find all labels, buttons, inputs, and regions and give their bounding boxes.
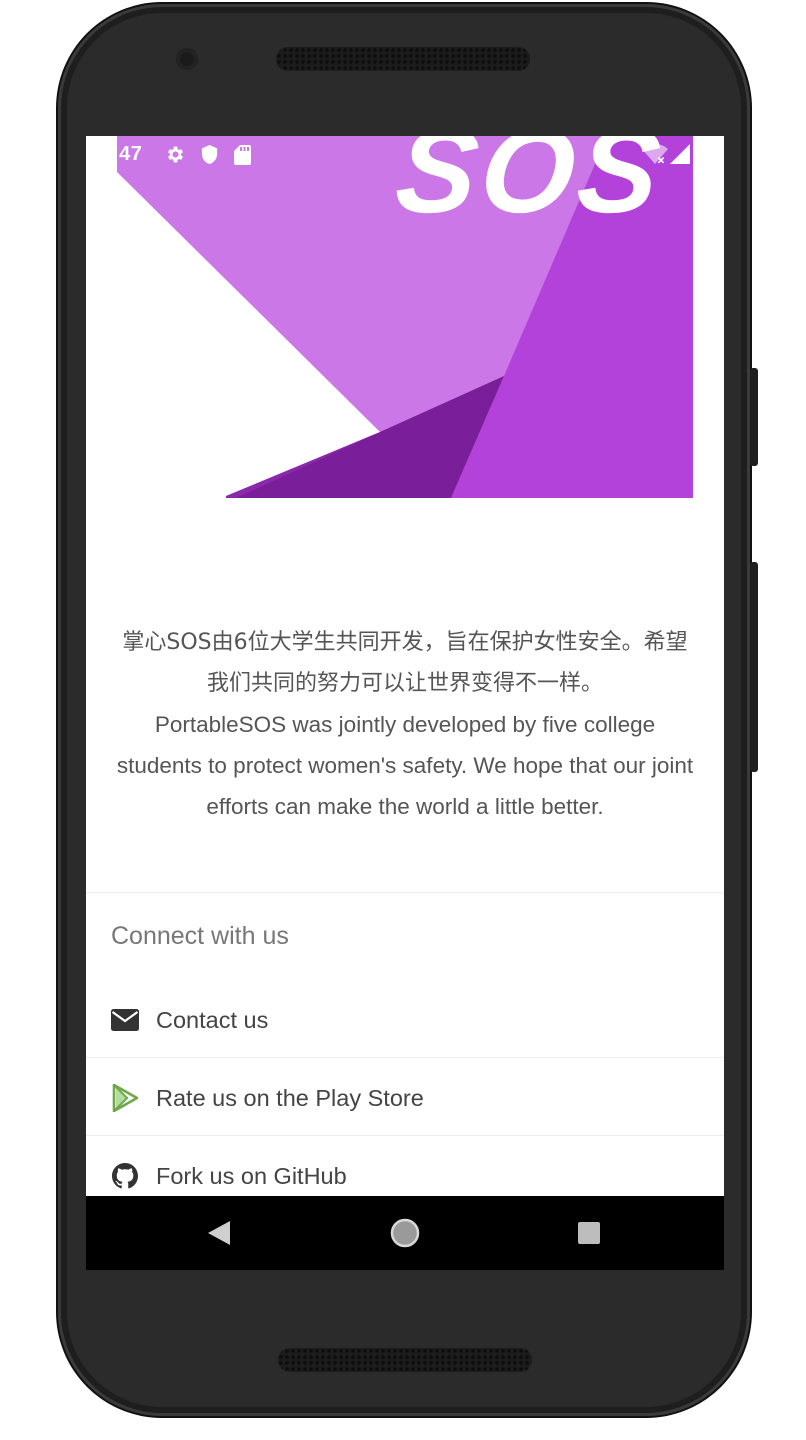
back-button[interactable] — [189, 1196, 249, 1270]
back-icon — [208, 1221, 230, 1245]
rate-play-store-label: Rate us on the Play Store — [156, 1084, 424, 1111]
sd-card-icon — [234, 145, 251, 165]
front-camera — [176, 48, 198, 70]
settings-gear-icon — [168, 146, 183, 163]
contact-us-item[interactable]: Contact us — [86, 981, 724, 1059]
home-button[interactable] — [375, 1196, 435, 1270]
envelope-icon — [110, 1005, 140, 1035]
home-icon — [390, 1218, 420, 1248]
about-english-text: PortableSOS was jointly developed by fiv… — [116, 712, 694, 819]
row-divider — [86, 1135, 724, 1136]
header-banner: SOS :47 — [86, 136, 724, 498]
recents-icon — [578, 1222, 600, 1244]
fork-github-label: Fork us on GitHub — [156, 1162, 347, 1189]
connect-section-title: Connect with us — [111, 922, 289, 950]
signal-icon — [670, 144, 690, 164]
section-divider — [86, 892, 724, 893]
banner-graphic: SOS — [86, 136, 724, 498]
status-bar: :47 — [86, 136, 724, 174]
contact-us-label: Contact us — [156, 1006, 269, 1033]
volume-button — [750, 562, 758, 772]
rate-play-store-item[interactable]: Rate us on the Play Store — [86, 1059, 724, 1137]
navigation-bar — [86, 1196, 724, 1270]
github-icon — [110, 1161, 140, 1191]
play-store-icon — [110, 1083, 140, 1113]
status-time: :47 — [112, 143, 143, 165]
shield-icon — [201, 145, 218, 164]
about-text: 掌心SOS由6位大学生共同开发，旨在保护女性安全。希望我们共同的努力可以让世界变… — [114, 622, 696, 827]
recents-button[interactable] — [559, 1196, 619, 1270]
app-screen: SOS :47 掌心SOS由6位大学生共同开发，旨在保护女性安全。希望我们共同的… — [86, 136, 724, 1270]
row-divider — [86, 1057, 724, 1058]
power-button — [750, 368, 758, 466]
wifi-icon — [642, 144, 668, 164]
bottom-speaker — [278, 1348, 532, 1372]
about-chinese-text: 掌心SOS由6位大学生共同开发，旨在保护女性安全。希望我们共同的努力可以让世界变… — [122, 630, 688, 696]
top-speaker — [276, 47, 530, 71]
